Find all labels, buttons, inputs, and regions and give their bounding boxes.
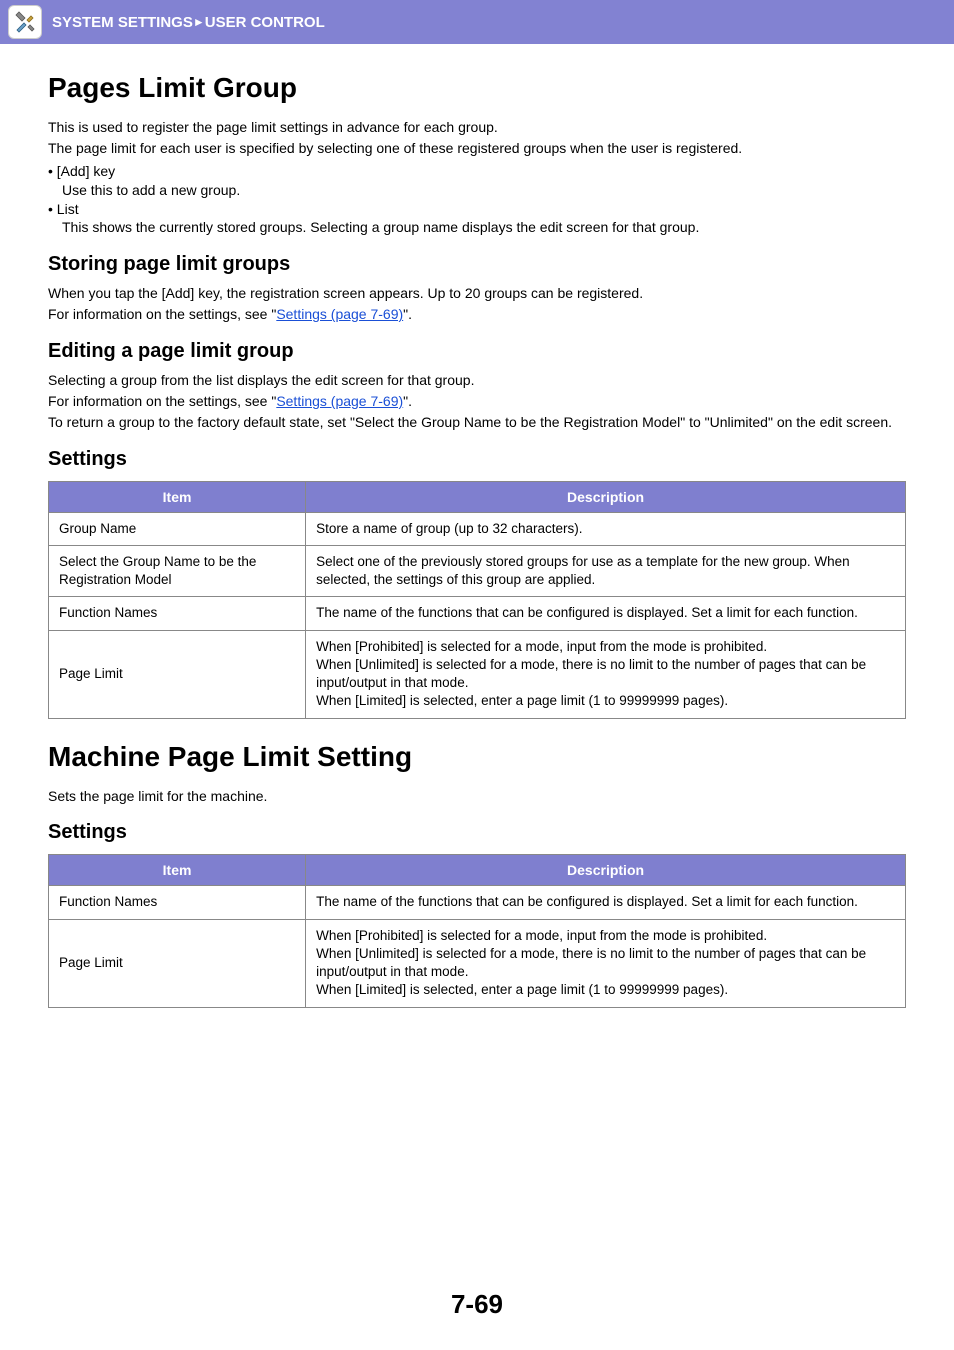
table-row: Function Names The name of the functions… [49, 597, 906, 630]
table-header-row: Item Description [49, 855, 906, 886]
page-number: 7-69 [0, 1289, 954, 1320]
cell-item: Page Limit [49, 919, 306, 1007]
subsection-title-settings-1: Settings [48, 448, 906, 471]
table-row: Page Limit When [Prohibited] is selected… [49, 630, 906, 718]
intro-text: Sets the page limit for the machine. [48, 787, 906, 806]
section-title-machine-page-limit: Machine Page Limit Setting [48, 741, 906, 773]
breadcrumb-part2: USER CONTROL [205, 14, 325, 31]
breadcrumb-part1: SYSTEM SETTINGS [52, 14, 193, 31]
body-text: When you tap the [Add] key, the registra… [48, 284, 906, 303]
body-text: For information on the settings, see "Se… [48, 305, 906, 324]
body-text: Selecting a group from the list displays… [48, 371, 906, 390]
settings-link[interactable]: Settings (page 7-69) [276, 393, 403, 409]
settings-link[interactable]: Settings (page 7-69) [276, 306, 403, 322]
breadcrumb-bar: SYSTEM SETTINGS ► USER CONTROL [0, 0, 954, 44]
bullet-list: • [Add] key Use this to add a new group.… [48, 162, 906, 238]
tools-icon-svg [13, 10, 37, 34]
bullet-desc: Use this to add a new group. [48, 181, 906, 200]
bullet-label: • List [48, 200, 906, 219]
bullet-desc: This shows the currently stored groups. … [48, 218, 906, 237]
cell-desc: The name of the functions that can be co… [306, 597, 906, 630]
cell-desc: Store a name of group (up to 32 characte… [306, 512, 906, 545]
table-header-row: Item Description [49, 481, 906, 512]
table-row: Select the Group Name to be the Registra… [49, 546, 906, 597]
cell-item: Function Names [49, 886, 306, 919]
tools-icon [8, 5, 42, 39]
cell-item: Select the Group Name to be the Registra… [49, 546, 306, 597]
cell-desc: Select one of the previously stored grou… [306, 546, 906, 597]
text-pre: For information on the settings, see " [48, 393, 276, 409]
cell-desc: The name of the functions that can be co… [306, 886, 906, 919]
body-text: For information on the settings, see "Se… [48, 392, 906, 411]
intro-text: This is used to register the page limit … [48, 118, 906, 137]
settings-table-1: Item Description Group Name Store a name… [48, 481, 906, 719]
th-description: Description [306, 855, 906, 886]
th-description: Description [306, 481, 906, 512]
breadcrumb-separator-icon: ► [193, 15, 205, 29]
subsection-title-storing: Storing page limit groups [48, 253, 906, 276]
th-item: Item [49, 481, 306, 512]
cell-item: Page Limit [49, 630, 306, 718]
section-title-pages-limit-group: Pages Limit Group [48, 72, 906, 104]
text-pre: For information on the settings, see " [48, 306, 276, 322]
cell-item: Function Names [49, 597, 306, 630]
table-row: Group Name Store a name of group (up to … [49, 512, 906, 545]
subsection-title-settings-2: Settings [48, 821, 906, 844]
cell-item: Group Name [49, 512, 306, 545]
text-post: ". [403, 393, 412, 409]
text-post: ". [403, 306, 412, 322]
subsection-title-editing: Editing a page limit group [48, 340, 906, 363]
settings-table-2: Item Description Function Names The name… [48, 854, 906, 1007]
page-content: Pages Limit Group This is used to regist… [0, 44, 954, 1008]
cell-desc: When [Prohibited] is selected for a mode… [306, 630, 906, 718]
body-text: To return a group to the factory default… [48, 413, 906, 432]
cell-desc: When [Prohibited] is selected for a mode… [306, 919, 906, 1007]
bullet-label: • [Add] key [48, 162, 906, 181]
table-row: Function Names The name of the functions… [49, 886, 906, 919]
table-row: Page Limit When [Prohibited] is selected… [49, 919, 906, 1007]
intro-text: The page limit for each user is specifie… [48, 139, 906, 158]
th-item: Item [49, 855, 306, 886]
